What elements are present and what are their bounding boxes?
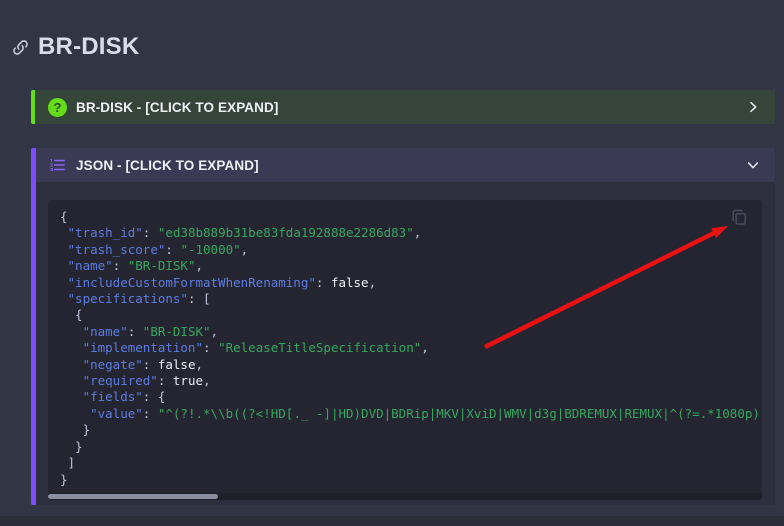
code-content: { "trash_id": "ed38b889b31be83fda192888e… xyxy=(48,200,762,497)
chevron-down-icon[interactable] xyxy=(745,157,761,173)
panel-json: JSON - [CLICK TO EXPAND] { "trash_id": "… xyxy=(31,148,775,505)
panel-br-disk-header[interactable]: ? BR-DISK - [CLICK TO EXPAND] xyxy=(35,90,775,124)
copy-button[interactable] xyxy=(729,207,749,227)
panel-br-disk-label: BR-DISK - [CLICK TO EXPAND] xyxy=(76,100,278,115)
panel-json-label: JSON - [CLICK TO EXPAND] xyxy=(76,158,259,173)
page-title: BR-DISK xyxy=(11,33,139,61)
panel-br-disk: ? BR-DISK - [CLICK TO EXPAND] xyxy=(31,90,775,124)
horizontal-scrollbar-thumb[interactable] xyxy=(48,494,218,499)
numbered-list-icon xyxy=(49,156,67,174)
bottom-band xyxy=(0,516,784,526)
chevron-right-icon[interactable] xyxy=(745,99,761,115)
copy-icon xyxy=(729,207,749,227)
question-mark-icon: ? xyxy=(48,98,67,117)
link-icon[interactable] xyxy=(11,38,30,57)
json-code-block: { "trash_id": "ed38b889b31be83fda192888e… xyxy=(48,200,762,500)
page-title-text: BR-DISK xyxy=(38,33,139,61)
panel-json-header[interactable]: JSON - [CLICK TO EXPAND] xyxy=(36,148,775,182)
